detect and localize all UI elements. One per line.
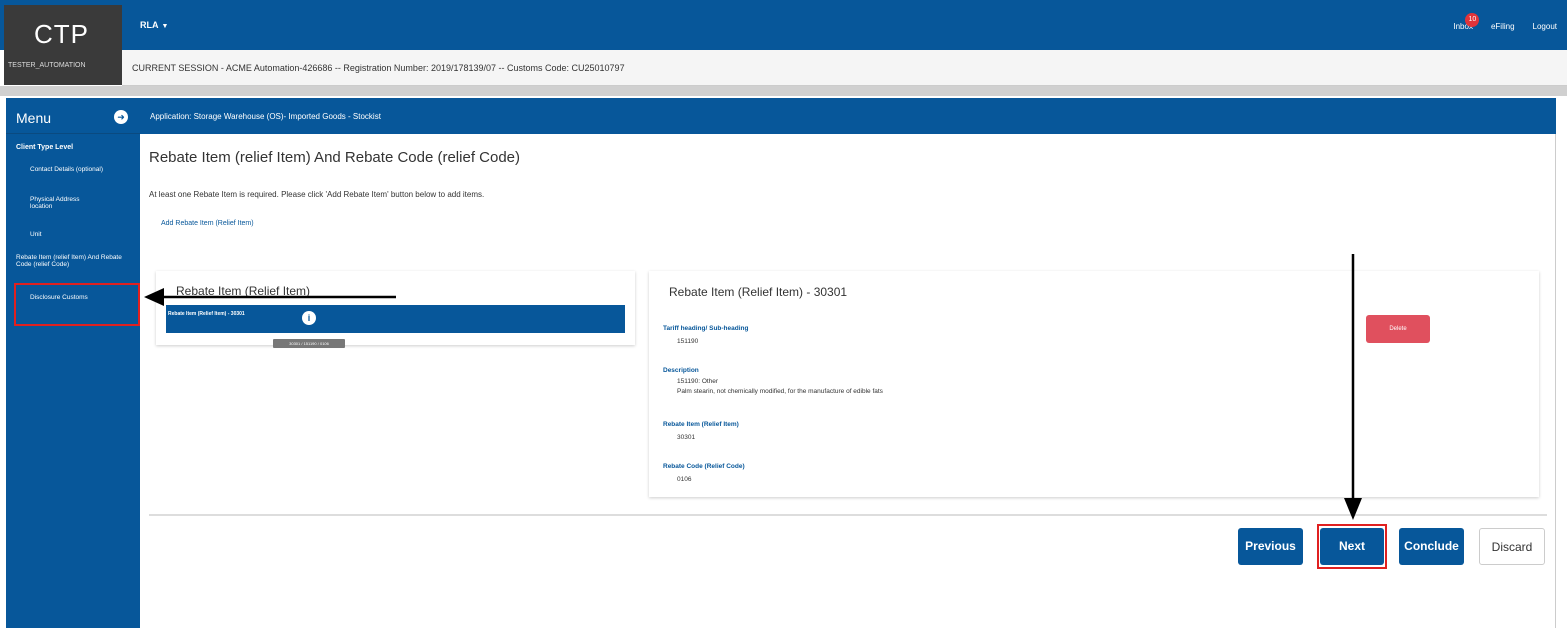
rebate-item-detail-card: Rebate Item (Relief Item) - 30301 Tariff…	[649, 271, 1539, 497]
description-label: Description	[663, 367, 699, 374]
delete-button[interactable]: Delete	[1366, 315, 1430, 343]
sidebar-item-contact-details[interactable]: Contact Details (optional)	[30, 166, 120, 173]
disclosure-customs-highlight	[14, 283, 140, 326]
efiling-link[interactable]: eFiling	[1491, 22, 1515, 31]
rebate-item-label: Rebate Item (Relief Item)	[663, 421, 739, 428]
sidebar-item-rebate-item[interactable]: Rebate Item (relief Item) And Rebate Cod…	[16, 254, 128, 268]
caret-down-icon: ▼	[161, 23, 169, 30]
top-right-links: Inbox 10 eFiling Logout	[1453, 13, 1557, 31]
next-button-highlight	[1317, 524, 1387, 569]
separator-strip	[0, 86, 1567, 96]
menu-header: Menu ➜	[6, 98, 140, 134]
rebate-item-value: 30301	[677, 434, 696, 441]
rla-dropdown[interactable]: RLA ▼	[140, 20, 168, 30]
logout-link[interactable]: Logout	[1533, 22, 1557, 31]
footer-divider	[149, 514, 1547, 516]
conclude-button[interactable]: Conclude	[1399, 528, 1464, 565]
inbox-count-badge: 10	[1465, 13, 1480, 27]
menu-toggle-icon[interactable]: ➜	[114, 110, 128, 124]
tariff-heading-value: 151190	[677, 338, 699, 345]
sidebar-menu: Menu ➜ Client Type Level Contact Details…	[6, 98, 140, 628]
session-bar: CURRENT SESSION - ACME Automation-426686…	[122, 50, 1567, 86]
sidebar-section-client-type: Client Type Level	[16, 144, 74, 151]
application-title: Application: Storage Warehouse (OS)- Imp…	[150, 112, 381, 121]
menu-title: Menu	[16, 110, 52, 126]
rebate-item-list-card: Rebate Item (Relief Item) Rebate Item (R…	[156, 271, 635, 345]
ctp-logo: CTP	[34, 19, 89, 49]
logo-block: CTP TESTER_AUTOMATION	[4, 5, 122, 85]
tariff-heading-label: Tariff heading/ Sub-heading	[663, 325, 749, 332]
username-label: TESTER_AUTOMATION	[8, 62, 86, 69]
add-rebate-item-link[interactable]: Add Rebate Item (Relief Item)	[161, 220, 254, 227]
application-bar: Application: Storage Warehouse (OS)- Imp…	[140, 98, 1556, 134]
info-icon[interactable]: i	[302, 311, 316, 325]
rebate-item-row[interactable]: Rebate Item (Relief Item) - 30301 i	[166, 305, 625, 333]
sidebar-item-physical-address[interactable]: Physical Address location	[30, 196, 100, 210]
arrow-left-annotation	[144, 288, 396, 306]
inbox-link[interactable]: Inbox 10	[1453, 13, 1480, 31]
previous-button[interactable]: Previous	[1238, 528, 1303, 565]
rebate-item-row-label: Rebate Item (Relief Item) - 30301	[168, 311, 245, 317]
description-line2: Palm stearin, not chemically modified, f…	[677, 388, 883, 395]
description-line1: 151190: Other	[677, 378, 719, 385]
rebate-item-detail-title: Rebate Item (Relief Item) - 30301	[669, 285, 848, 299]
item-tooltip: 30301 / 151190 / 0106	[273, 339, 345, 348]
sidebar-item-unit[interactable]: Unit	[30, 231, 42, 238]
discard-button[interactable]: Discard	[1479, 528, 1545, 565]
session-text: CURRENT SESSION - ACME Automation-426686…	[132, 63, 625, 73]
rebate-code-label: Rebate Code (Relief Code)	[663, 463, 745, 470]
arrow-down-annotation	[1344, 254, 1362, 520]
top-navbar: RLA ▼ Inbox 10 eFiling Logout	[0, 0, 1567, 50]
required-notice: At least one Rebate Item is required. Pl…	[149, 190, 485, 199]
rebate-code-value: 0106	[677, 476, 692, 483]
page-title: Rebate Item (relief Item) And Rebate Cod…	[149, 149, 521, 166]
